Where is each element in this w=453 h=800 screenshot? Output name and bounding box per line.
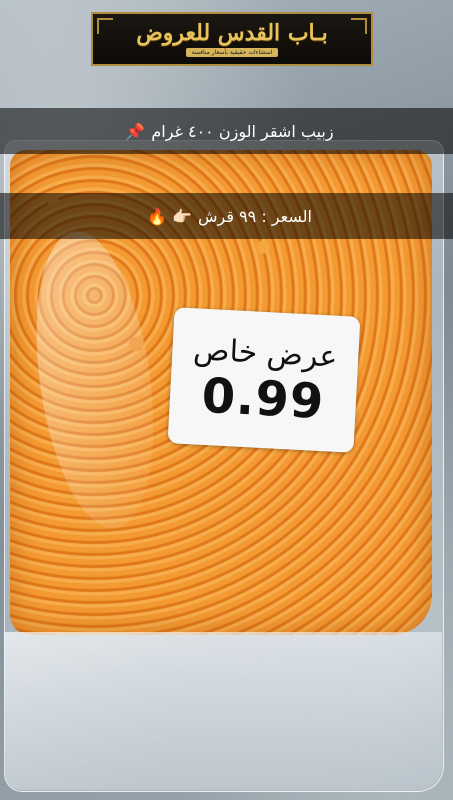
store-name: بـاب القدس للعروض (136, 20, 328, 46)
price-sticker: عرض خاص 0.99 (167, 307, 361, 453)
sticker-price: 0.99 (200, 367, 326, 431)
pushpin-icon: 📌 (125, 121, 146, 141)
store-logo: بـاب القدس للعروض استثناءات حقيقية بأسعا… (91, 12, 373, 66)
caption-price-text: السعر : ٩٩ قرش (197, 206, 312, 226)
logo-ornament-left (97, 18, 113, 34)
caption-product: زبيب اشقر الوزن ٤٠٠ غرام 📌 (0, 108, 453, 154)
caption-price: السعر : ٩٩ قرش 👉🏻 🔥 (0, 193, 453, 239)
bag-empty-bottom (4, 632, 442, 790)
caption-product-text: زبيب اشقر الوزن ٤٠٠ غرام (151, 121, 334, 141)
store-tagline: استثناءات حقيقية بأسعار منافسة (185, 48, 279, 57)
pointing-fire-icon: 👉🏻 🔥 (147, 206, 192, 226)
logo-ornament-right (351, 18, 367, 34)
